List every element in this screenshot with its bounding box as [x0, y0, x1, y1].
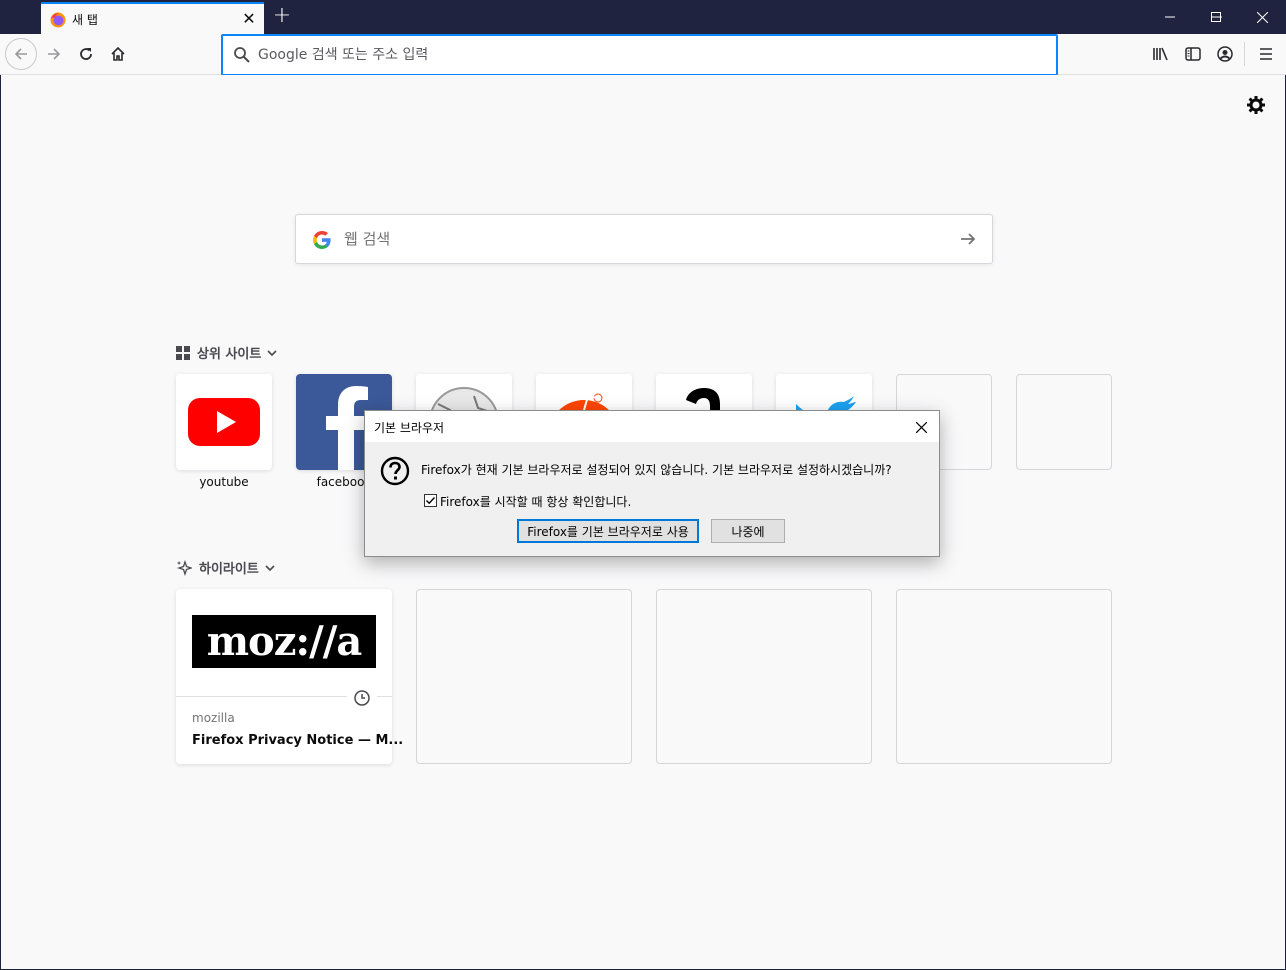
gear-icon[interactable]	[1246, 95, 1266, 115]
web-search-box[interactable]	[295, 214, 993, 264]
home-button[interactable]	[102, 38, 134, 70]
tab-new-tab[interactable]: 새 탭 ✕	[41, 2, 264, 34]
highlight-card[interactable]: moz://a mozilla Firefox Privacy Notice —…	[176, 589, 403, 764]
always-check-label[interactable]: Firefox를 시작할 때 항상 확인합니다.	[440, 493, 631, 510]
home-icon	[111, 46, 125, 61]
highlight-card-empty	[416, 589, 632, 764]
forward-icon	[48, 48, 61, 60]
highlight-card-title: Firefox Privacy Notice — M...	[192, 733, 404, 748]
later-button[interactable]: 나중에	[711, 519, 785, 543]
highlight-card-image: moz://a	[176, 589, 392, 697]
highlight-card-empty	[896, 589, 1112, 764]
tab-bar: 새 탭 ✕ +	[0, 0, 1286, 34]
checkmark-icon	[426, 497, 436, 505]
google-icon	[313, 231, 331, 249]
close-window-button[interactable]	[1239, 0, 1285, 34]
account-button[interactable]	[1209, 38, 1241, 70]
back-button[interactable]	[5, 38, 37, 70]
history-clock-icon	[347, 683, 377, 713]
dialog-close-button[interactable]	[909, 415, 933, 439]
dialog-message: Firefox가 현재 기본 브라우저로 설정되어 있지 않습니다. 기본 브라…	[421, 463, 892, 477]
url-input[interactable]	[258, 35, 1038, 75]
highlight-card-empty	[656, 589, 872, 764]
url-bar[interactable]	[221, 34, 1058, 76]
question-icon	[380, 456, 410, 486]
reload-button[interactable]	[70, 38, 102, 70]
set-default-button[interactable]: Firefox를 기본 브라우저로 사용	[517, 519, 699, 543]
highlight-card-host: mozilla	[192, 711, 235, 725]
top-site-label: youtube	[199, 475, 249, 489]
highlights-header[interactable]: 하이라이트	[176, 558, 275, 577]
highlights-sparkle-icon	[176, 559, 192, 576]
hamburger-menu-icon	[1260, 48, 1272, 60]
menu-button[interactable]	[1250, 38, 1282, 70]
minimize-icon	[1165, 16, 1175, 18]
dialog-title-bar[interactable]: 기본 브라우저	[365, 411, 939, 442]
always-check-checkbox[interactable]	[424, 494, 437, 507]
forward-button[interactable]	[38, 38, 70, 70]
back-icon	[14, 48, 27, 60]
maximize-button[interactable]	[1193, 0, 1239, 34]
minimize-button-2[interactable]	[1147, 0, 1193, 34]
tab-title: 새 탭	[72, 13, 98, 27]
top-site-empty[interactable]	[1016, 374, 1112, 470]
firefox-icon	[50, 12, 66, 28]
chevron-down-icon	[265, 564, 275, 571]
chevron-down-icon	[267, 349, 277, 356]
navigation-toolbar	[0, 34, 1286, 76]
top-sites-header[interactable]: 상위 사이트	[176, 343, 277, 362]
sidebar-button[interactable]	[1177, 38, 1209, 70]
default-browser-dialog: 기본 브라우저 Firefox가 현재 기본 브라우저로 설정되어 있지 않습니…	[364, 410, 940, 557]
sidebar-icon	[1185, 47, 1201, 61]
new-tab-button[interactable]: +	[270, 5, 294, 29]
youtube-icon	[188, 398, 260, 446]
maximize-icon	[1211, 12, 1221, 22]
library-button[interactable]	[1145, 38, 1177, 70]
dialog-title: 기본 브라우저	[374, 421, 445, 435]
mozilla-logo: moz://a	[192, 615, 376, 668]
tab-close-icon[interactable]: ✕	[239, 9, 259, 29]
reload-icon	[80, 48, 92, 60]
grid-icon	[176, 345, 190, 360]
search-icon	[234, 47, 250, 63]
library-icon	[1153, 47, 1168, 61]
toolbar-divider	[1244, 42, 1245, 66]
top-sites-title: 상위 사이트	[197, 347, 262, 362]
highlights-title: 하이라이트	[199, 562, 259, 577]
close-icon	[1256, 11, 1268, 23]
close-icon	[915, 421, 927, 433]
account-icon	[1217, 46, 1233, 62]
web-search-input[interactable]	[344, 215, 944, 263]
search-arrow-icon[interactable]	[958, 229, 978, 249]
top-site-youtube[interactable]	[176, 374, 272, 470]
